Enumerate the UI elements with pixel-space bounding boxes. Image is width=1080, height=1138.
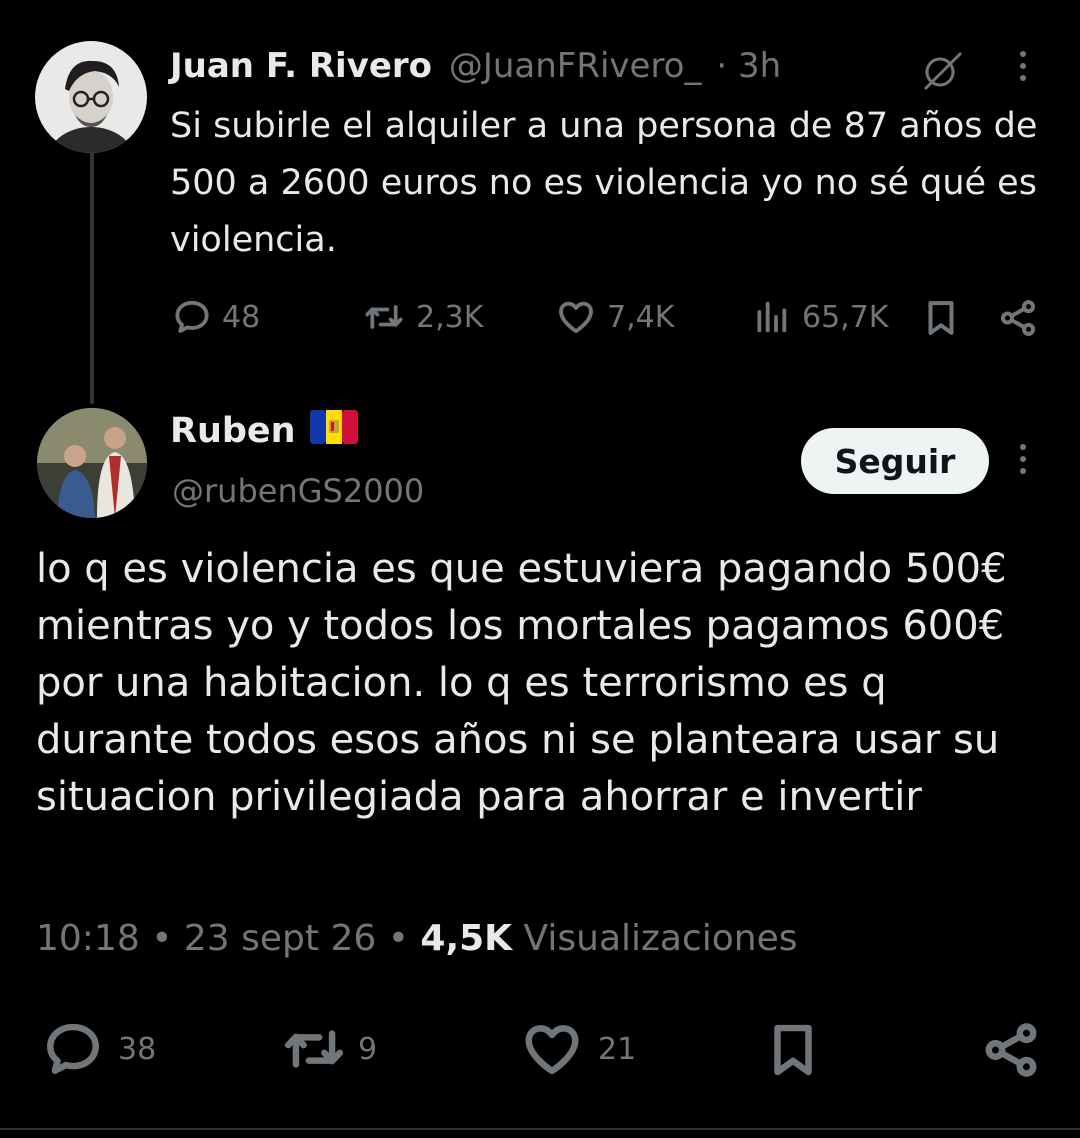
share-icon: [985, 1023, 1037, 1077]
divider: [0, 1128, 1080, 1130]
author-name[interactable]: Juan F. Rivero: [170, 46, 432, 86]
reply-icon: [175, 300, 209, 333]
views-count: 4,5K: [420, 918, 513, 959]
more-options-icon[interactable]: [1018, 444, 1028, 474]
separator-dot: •: [387, 918, 421, 959]
avatar-juan[interactable]: [35, 41, 147, 153]
repost-action[interactable]: 2,3K: [362, 297, 483, 337]
follow-button[interactable]: Seguir: [801, 428, 989, 494]
grok-icon[interactable]: [918, 46, 966, 94]
time-ago[interactable]: 3h: [738, 46, 781, 86]
bookmark-button[interactable]: [762, 1018, 824, 1082]
like-action[interactable]: 7,4K: [555, 297, 674, 337]
heart-icon: [525, 1025, 579, 1075]
separator-dot: ·: [716, 46, 728, 86]
reply-action[interactable]: 38: [42, 1018, 156, 1080]
avatar-ruben[interactable]: [37, 408, 147, 518]
views-icon: [757, 301, 787, 333]
repost-action[interactable]: 9: [280, 1018, 377, 1080]
repost-icon: [284, 1030, 344, 1068]
share-button[interactable]: [980, 1018, 1042, 1082]
bookmark-button[interactable]: [920, 297, 962, 339]
reply-count: 38: [118, 1031, 157, 1067]
tweet-time[interactable]: 10:18: [36, 918, 140, 959]
separator-dot: •: [151, 918, 184, 959]
tweet-text: Si subirle el alquiler a una persona de …: [170, 106, 1038, 260]
like-count: 21: [598, 1031, 637, 1067]
share-button[interactable]: [997, 297, 1039, 339]
bookmark-icon: [928, 301, 954, 335]
reply-count: 48: [222, 299, 261, 335]
like-count: 7,4K: [607, 299, 675, 335]
share-icon: [1000, 300, 1036, 336]
reply-author: Ruben: [170, 410, 358, 453]
author-name[interactable]: Ruben: [170, 411, 296, 451]
thread-connector-line: [90, 152, 94, 404]
andorra-flag-icon: [309, 410, 358, 453]
tweet-header: Juan F. Rivero @JuanFRivero_ · 3h: [170, 46, 781, 86]
tweet-date[interactable]: 23 sept 26: [184, 918, 376, 959]
repost-count: 9: [358, 1031, 378, 1067]
repost-count: 2,3K: [416, 299, 484, 335]
bookmark-icon: [774, 1024, 812, 1076]
like-action[interactable]: 21: [520, 1018, 636, 1080]
reply-action[interactable]: 48: [172, 297, 260, 337]
repost-icon: [365, 305, 403, 329]
tweet-meta: 10:18 • 23 sept 26 • 4,5K Visualizacione…: [36, 918, 798, 959]
views-action[interactable]: 65,7K: [750, 297, 888, 337]
author-handle[interactable]: @JuanFRivero_: [449, 46, 702, 86]
reply-icon: [47, 1023, 99, 1074]
views-label: Visualizaciones: [523, 918, 798, 959]
tweet-text: lo q es violencia es que estuviera pagan…: [36, 546, 1007, 820]
author-handle[interactable]: @rubenGS2000: [172, 472, 424, 510]
views-count: 65,7K: [802, 299, 889, 335]
more-options-icon[interactable]: [1018, 51, 1028, 81]
heart-icon: [559, 301, 593, 334]
